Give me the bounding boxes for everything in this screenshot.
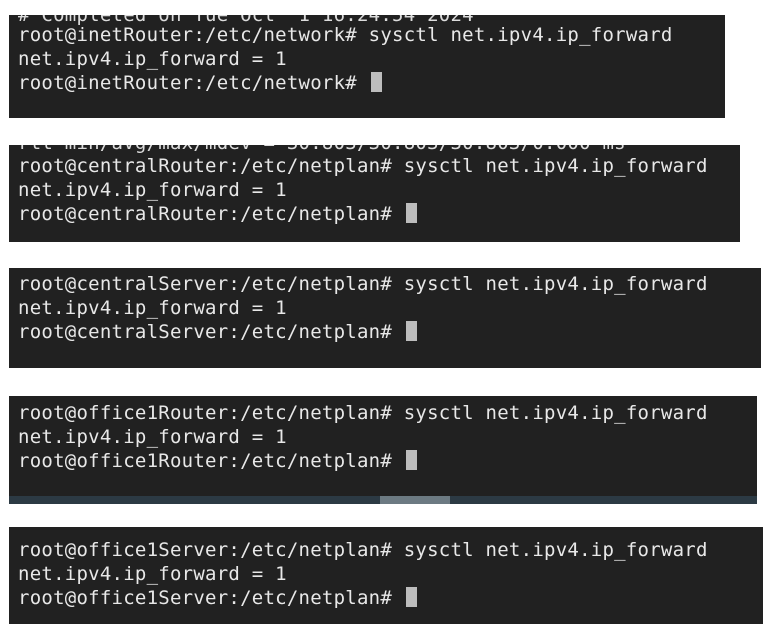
terminal-cursor [405,587,417,607]
horizontal-scrollbar[interactable] [9,496,757,504]
terminal-prompt: root@office1Router:/etc/netplan# [18,450,404,472]
terminal-office1router[interactable]: root@office1Router:/etc/netplan# sysctl … [9,396,757,504]
terminal-command-line: root@inetRouter:/etc/network# sysctl net… [18,24,673,46]
terminal-centralrouter[interactable]: rtt min/avg/max/mdev = 30.803/30.803/30.… [9,145,740,242]
terminal-inetrouter[interactable]: # Completed on Tue Oct 1 16:24:54 2024 r… [9,15,725,118]
terminal-prompt-line: root@office1Server:/etc/netplan# [18,586,417,610]
terminal-command-line: root@centralServer:/etc/netplan# sysctl … [18,273,708,295]
terminal-output-line: net.ipv4.ip_forward = 1 [18,563,287,585]
terminal-output-line: net.ipv4.ip_forward = 1 [18,48,287,70]
terminal-centralserver[interactable]: root@centralServer:/etc/netplan# sysctl … [9,268,761,368]
terminal-output-line: net.ipv4.ip_forward = 1 [18,297,287,319]
terminal-cursor [405,450,417,470]
terminal-prompt: root@inetRouter:/etc/network# [18,72,369,94]
terminal-command-line: root@centralRouter:/etc/netplan# sysctl … [18,155,708,177]
terminal-output-line: net.ipv4.ip_forward = 1 [18,179,287,201]
scrollbar-thumb[interactable] [380,496,450,504]
terminal-prompt: root@office1Server:/etc/netplan# [18,587,404,609]
terminal-cursor [370,72,382,92]
terminal-prompt-line: root@centralRouter:/etc/netplan# [18,202,417,226]
terminal-command-line: root@office1Server:/etc/netplan# sysctl … [18,539,708,561]
terminal-prompt-line: root@office1Router:/etc/netplan# [18,449,417,473]
terminal-prompt-line: root@centralServer:/etc/netplan# [18,320,417,344]
terminal-output-line: net.ipv4.ip_forward = 1 [18,426,287,448]
terminal-cursor [405,203,417,223]
terminal-prompt: root@centralServer:/etc/netplan# [18,321,404,343]
terminal-office1server[interactable]: root@office1Server:/etc/netplan# sysctl … [9,527,763,624]
terminal-command-line: root@office1Router:/etc/netplan# sysctl … [18,402,708,424]
terminal-prompt-line: root@inetRouter:/etc/network# [18,71,382,95]
terminal-prompt: root@centralRouter:/etc/netplan# [18,203,404,225]
terminal-cursor [405,321,417,341]
